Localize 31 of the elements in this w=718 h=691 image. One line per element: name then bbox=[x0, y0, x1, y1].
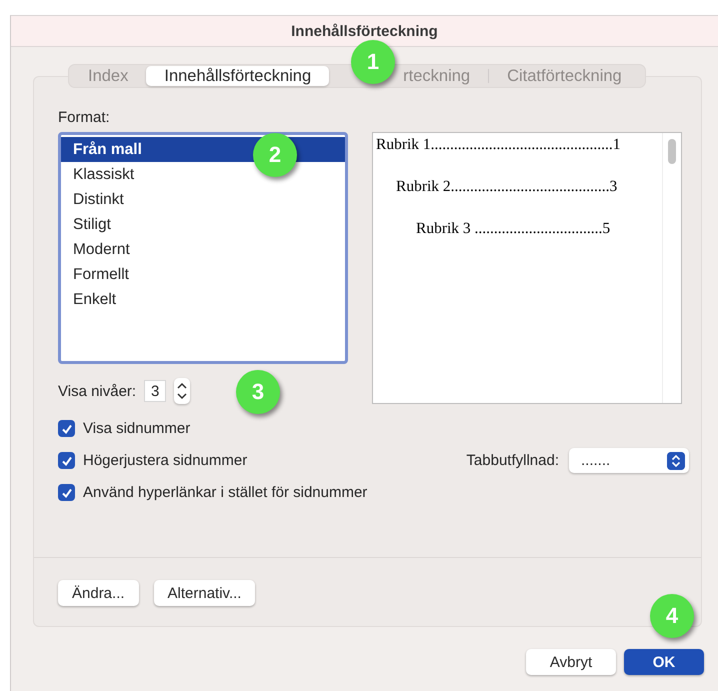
tab[interactable]: Innehållsförteckning bbox=[146, 66, 330, 86]
cancel-button[interactable]: Avbryt bbox=[526, 649, 616, 675]
checkmark-icon bbox=[60, 454, 72, 466]
checkbox[interactable] bbox=[58, 484, 75, 501]
window-title: Innehållsförteckning bbox=[291, 22, 438, 40]
heading-entry: Rubrik 3 .................................5 bbox=[415, 219, 612, 239]
format-item[interactable]: Enkelt bbox=[61, 287, 345, 312]
checkmark-icon bbox=[60, 486, 72, 498]
tab-leader-label: Tabbutfyllnad: bbox=[466, 452, 559, 469]
levels-label: Visa nivåer: bbox=[58, 382, 136, 400]
levels-field[interactable]: 3 bbox=[144, 380, 166, 402]
panel-button[interactable]: Alternativ... bbox=[154, 580, 256, 606]
checkbox[interactable] bbox=[58, 452, 75, 469]
heading-entry: Rubrik 2.........................................3 bbox=[395, 177, 618, 197]
format-label: Format: bbox=[58, 109, 111, 126]
scroll-thumb[interactable] bbox=[668, 139, 676, 164]
ok-button[interactable]: OK bbox=[624, 649, 704, 675]
format-item[interactable]: Formellt bbox=[61, 262, 345, 287]
checkbox[interactable] bbox=[58, 420, 75, 437]
panel-button[interactable]: Ändra... bbox=[58, 580, 139, 606]
checkbox-label: Använd hyperlänkar i stället för sidnummer bbox=[83, 484, 368, 501]
checkbox-label: Högerjustera sidnummer bbox=[83, 452, 248, 469]
format-item[interactable]: Stiligt bbox=[61, 212, 345, 237]
stepper-icon[interactable] bbox=[174, 378, 190, 404]
format-item[interactable]: Modernt bbox=[61, 237, 345, 262]
checkmark-icon bbox=[60, 422, 72, 434]
format-item[interactable]: Distinkt bbox=[61, 187, 345, 212]
updown-icon bbox=[667, 452, 685, 470]
heading-entry: Rubrik 1...............................................1 bbox=[375, 135, 622, 155]
tab-leader-dropdown[interactable]: ....... bbox=[569, 448, 689, 473]
checkbox-label: Visa sidnummer bbox=[83, 420, 190, 437]
